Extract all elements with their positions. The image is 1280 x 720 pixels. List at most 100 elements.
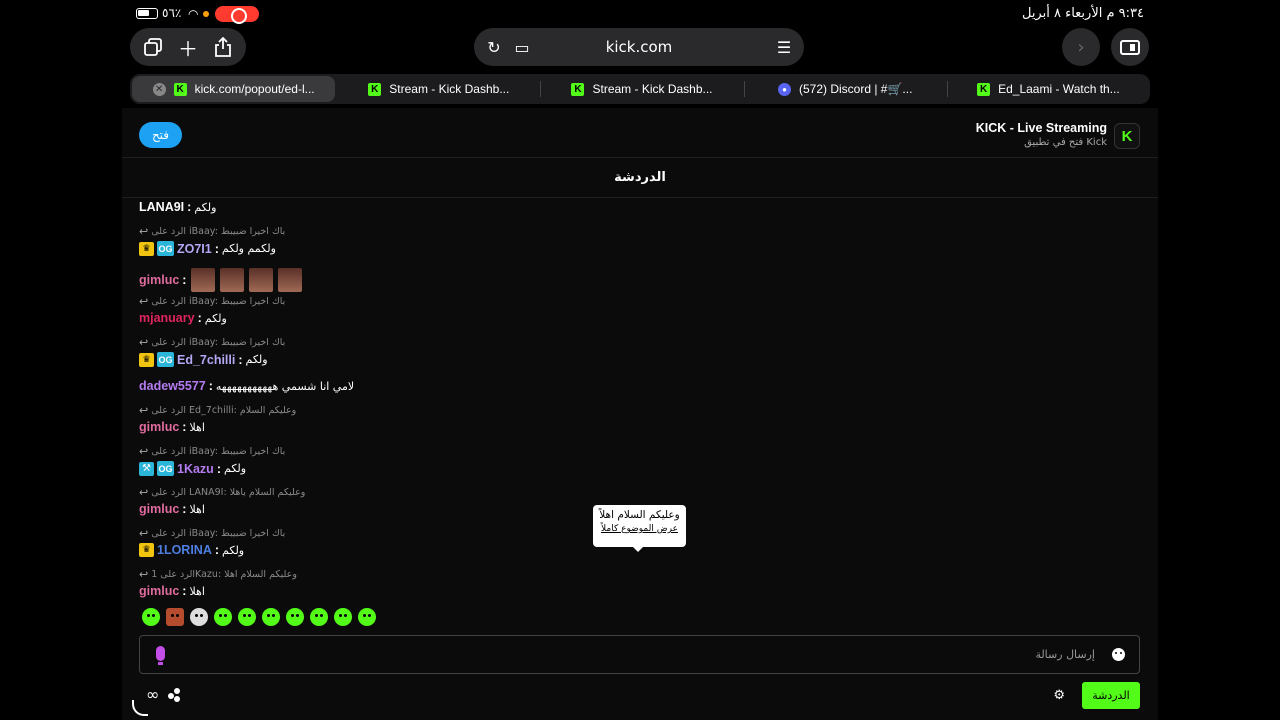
reply-text: الرد على Ed_7chilli: وعليكم السلام (151, 405, 297, 416)
chat-message: ⚒ OG 1Kazu: ولكم (139, 461, 246, 476)
chat-username[interactable]: mjanuary (139, 311, 195, 325)
app-banner: فتح KICK - Live Streaming فتح في تطبيق K… (122, 108, 1158, 158)
address-bar[interactable]: ↻ ▭ kick.com ☰ (474, 28, 804, 66)
status-time: ٩:٣٤ م الأربعاء ٨ أبريل (1021, 6, 1144, 21)
og-badge-icon: OG (157, 352, 174, 367)
view-thread-link[interactable]: عرض الموضوع كاملاً (593, 524, 686, 534)
tab-discord[interactable]: ● (572) Discord | #🛒... (743, 74, 947, 104)
microphone-icon[interactable] (156, 646, 165, 665)
emote-icon[interactable] (142, 608, 160, 626)
tabs-overview-icon[interactable] (138, 32, 168, 62)
emote-icon[interactable] (190, 608, 208, 626)
chat-username[interactable]: gimluc (139, 502, 179, 516)
reload-icon[interactable]: ↻ (484, 37, 504, 57)
reply-context[interactable]: ↩ الرد على LANA9I: وعليكم السلام ياهلا (139, 486, 305, 499)
emote-image[interactable] (278, 268, 303, 292)
share-icon[interactable] (208, 32, 238, 62)
tab-kick-popout[interactable]: ✕ K kick.com/popout/ed-l... (132, 76, 336, 102)
username-separator: : (182, 273, 187, 287)
app-subtitle: فتح في تطبيق Kick (1024, 137, 1107, 148)
chat-message-text: اهلا (189, 502, 205, 516)
close-tab-icon[interactable]: ✕ (152, 82, 166, 96)
chat-input-placeholder: إرسال رسالة (1035, 648, 1095, 661)
tab-ed-laami[interactable]: K Ed_Laami - Watch th... (946, 74, 1150, 104)
reply-text: الرد على iBaay: باك اخيرا ضبيبط (151, 296, 286, 307)
browser-toolbar: ＋ ↻ ▭ kick.com ☰ › (0, 28, 1280, 70)
tab-kick-dashboard-1[interactable]: K Stream - Kick Dashb... (337, 74, 540, 104)
emote-quick-bar (142, 608, 376, 630)
reply-icon: ↩ (139, 295, 149, 308)
emote-image[interactable] (249, 268, 274, 292)
tab-label: kick.com/popout/ed-l... (194, 82, 315, 96)
wifi-icon: ◠ (188, 7, 199, 21)
reply-icon: ↩ (139, 486, 149, 499)
emote-icon[interactable] (286, 608, 304, 626)
reply-text: الرد على iBaay: باك اخيرا ضبيبط (151, 337, 286, 348)
chat-username[interactable]: gimluc (139, 420, 179, 434)
reply-icon: ↩ (139, 404, 149, 417)
send-chat-button[interactable]: الدردشة (1082, 682, 1140, 709)
emote-icon[interactable] (310, 608, 328, 626)
tab-kick-dashboard-2[interactable]: K Stream - Kick Dashb... (540, 74, 743, 104)
kick-icon: K (571, 82, 585, 96)
reply-context[interactable]: ↩ الرد على iBaay: باك اخيرا ضبيبط (139, 225, 285, 238)
page-menu-icon[interactable]: ☰ (774, 37, 794, 57)
reply-text: الرد على iBaay: باك اخيرا ضبيبط (151, 226, 286, 237)
forward-icon[interactable]: › (1062, 28, 1100, 66)
points-icon[interactable] (168, 688, 182, 702)
chat-username[interactable]: dadew5577 (139, 379, 206, 393)
app-title: KICK - Live Streaming (975, 121, 1107, 135)
emote-image[interactable] (220, 268, 245, 292)
reply-context[interactable]: ↩ الرد على iBaay: باك اخيرا ضبيبط (139, 336, 285, 349)
emote-image[interactable] (191, 268, 216, 292)
chat-username[interactable]: gimluc (139, 584, 179, 598)
chat-message-text: ولكمم ولكم (221, 242, 276, 255)
reply-text: الرد على iBaay: باك اخيرا ضبيبط (151, 528, 286, 539)
chat-username[interactable]: Ed_7chilli (177, 353, 235, 367)
reply-context[interactable]: ↩ الرد على iBaay: باك اخيرا ضبيبط (139, 527, 285, 540)
screen-recording-icon[interactable] (215, 6, 259, 24)
open-app-button[interactable]: فتح (139, 122, 182, 148)
privacy-indicator (203, 11, 209, 17)
chat-username[interactable]: 1Kazu (177, 462, 214, 476)
og-badge-icon: OG (157, 461, 174, 476)
reply-icon: ↩ (139, 445, 149, 458)
chat-message: ♛ OG Ed_7chilli: ولكم (139, 352, 268, 367)
sidebar-toggle-icon[interactable] (1111, 28, 1149, 66)
emote-icon[interactable] (166, 608, 184, 626)
crown-badge-icon: ♛ (139, 352, 154, 367)
reply-context[interactable]: ↩ الرد على iBaay: باك اخيرا ضبيبط (139, 295, 285, 308)
status-bar: ٥٦٪ ◠ ٩:٣٤ م الأربعاء ٨ أبريل (0, 0, 1280, 28)
username-separator: : (208, 379, 213, 393)
emote-icon[interactable] (358, 608, 376, 626)
chat-message-text: ولكم (204, 311, 227, 325)
tab-label: Ed_Laami - Watch th... (998, 82, 1120, 96)
chat-username[interactable]: ZO7I1 (177, 242, 212, 256)
reader-icon[interactable]: ▭ (512, 37, 532, 57)
chat-username[interactable]: 1LORINA (157, 543, 212, 557)
crown-badge-icon: ♛ (139, 241, 154, 256)
chat-message: gimluc: اهلا (139, 584, 205, 598)
reply-text: الرد على iBaay: باك اخيرا ضبيبط (151, 446, 286, 457)
reply-context[interactable]: ↩ الرد على iBaay: باك اخيرا ضبيبط (139, 445, 285, 458)
chat-message: gimluc: (139, 268, 303, 292)
emote-icon[interactable] (238, 608, 256, 626)
chat-input[interactable]: إرسال رسالة (139, 635, 1140, 674)
emote-icon[interactable] (334, 608, 352, 626)
reply-context[interactable]: ↩ الرد على Ed_7chilli: وعليكم السلام (139, 404, 296, 417)
emote-icon[interactable] (262, 608, 280, 626)
emoji-picker-icon[interactable] (1112, 648, 1125, 661)
gear-icon[interactable]: ⚙ (1053, 688, 1065, 703)
new-tab-icon[interactable]: ＋ (173, 32, 203, 62)
chat-username[interactable]: gimluc (139, 273, 179, 287)
username-separator: : (187, 200, 192, 214)
chat-message: gimluc: اهلا (139, 420, 205, 434)
username-separator: : (182, 584, 187, 598)
emote-icon[interactable] (214, 608, 232, 626)
kick-chat-page: فتح KICK - Live Streaming فتح في تطبيق K… (122, 108, 1158, 720)
username-separator: : (216, 461, 221, 476)
tooltip-text: وعليكم السلام اهلاً (599, 509, 680, 521)
chat-username[interactable]: LANA9I (139, 200, 184, 214)
chat-message: ♛ OG ZO7I1: ولكمم ولكم (139, 241, 276, 256)
reply-context[interactable]: ↩ الرد على 1Kazu: وعليكم السلام اهلا (139, 568, 297, 581)
